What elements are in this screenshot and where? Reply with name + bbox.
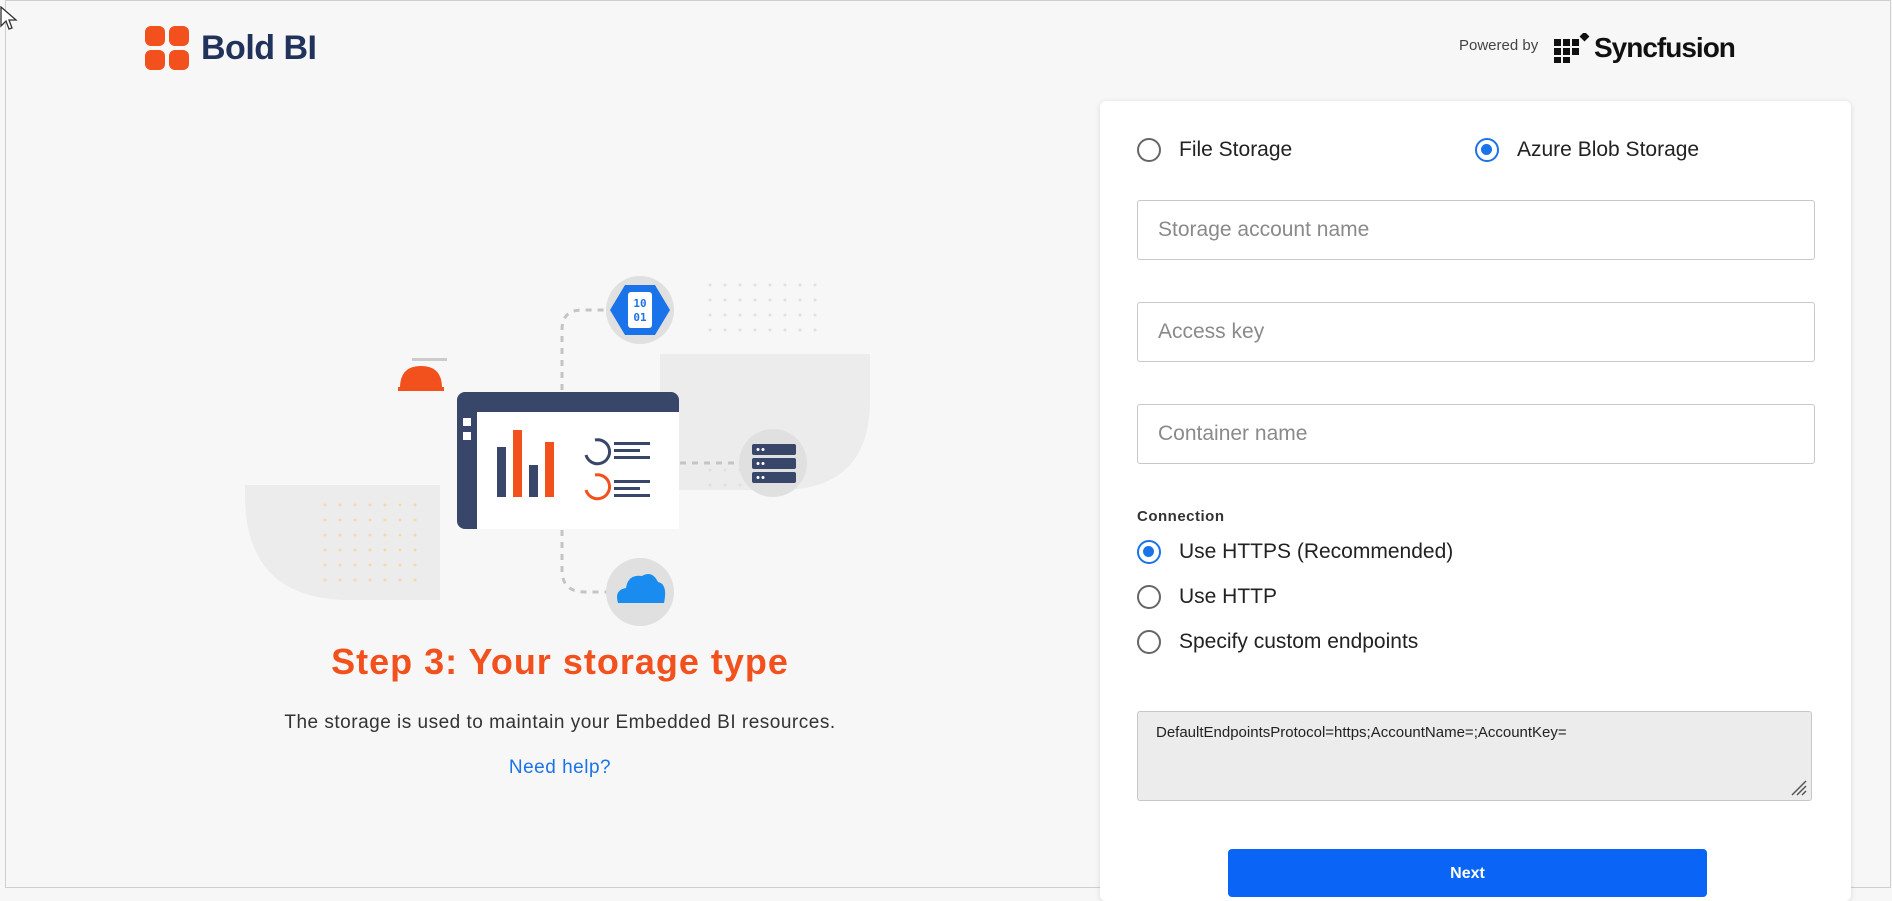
access-key-field[interactable] — [1137, 302, 1815, 362]
connection-string-textarea[interactable]: DefaultEndpointsProtocol=https;AccountNa… — [1137, 711, 1812, 801]
radio-button[interactable] — [1137, 585, 1161, 609]
need-help-link[interactable]: Need help? — [240, 757, 880, 779]
storage-form-card: File Storage Azure Blob Storage Connecti… — [1100, 101, 1851, 901]
resize-grip-icon[interactable] — [1788, 777, 1808, 797]
storage-account-name-field[interactable] — [1137, 200, 1815, 260]
access-key-input[interactable] — [1138, 303, 1814, 361]
radio-use-http[interactable]: Use HTTP — [1137, 585, 1277, 609]
step-title: Step 3: Your storage type — [331, 641, 789, 682]
radio-button[interactable] — [1137, 540, 1161, 564]
radio-button[interactable] — [1475, 138, 1499, 162]
radio-label: File Storage — [1179, 138, 1293, 161]
radio-label: Azure Blob Storage — [1517, 138, 1700, 161]
storage-account-name-input[interactable] — [1138, 201, 1814, 259]
radio-azure-blob-storage[interactable]: Azure Blob Storage — [1475, 138, 1699, 162]
radio-file-storage[interactable]: File Storage — [1137, 138, 1292, 162]
mouse-pointer-icon — [0, 6, 18, 30]
container-name-input[interactable] — [1138, 405, 1814, 463]
orange-cloud-icon — [398, 358, 447, 391]
blue-cloud-icon — [606, 558, 674, 626]
syncfusion-logo-text: Syncfusion — [1594, 32, 1736, 63]
svg-text:10: 10 — [633, 297, 646, 310]
logo-text: Bold BI — [201, 28, 317, 67]
radio-custom-endpoints[interactable]: Specify custom endpoints — [1137, 630, 1418, 654]
radio-button[interactable] — [1137, 138, 1161, 162]
connection-string-text: DefaultEndpointsProtocol=https;AccountNa… — [1156, 724, 1567, 741]
container-name-field[interactable] — [1137, 404, 1815, 464]
connection-label: Connection — [1137, 508, 1225, 525]
next-button[interactable]: Next — [1228, 849, 1707, 897]
powered-by-label: Powered by — [1459, 37, 1539, 54]
dashboard-window-icon — [457, 392, 679, 529]
radio-label: Use HTTP — [1179, 585, 1278, 608]
radio-label: Specify custom endpoints — [1179, 630, 1419, 653]
bold-bi-logo: Bold BI — [145, 26, 317, 70]
bold-bi-logo-icon — [145, 26, 189, 70]
binary-data-icon: 10 01 — [606, 276, 674, 344]
radio-use-https[interactable]: Use HTTPS (Recommended) — [1137, 540, 1453, 564]
server-icon — [739, 429, 807, 497]
radio-button[interactable] — [1137, 630, 1161, 654]
svg-text:01: 01 — [633, 311, 647, 324]
syncfusion-logo: Syncfusion — [1554, 32, 1736, 64]
radio-label: Use HTTPS (Recommended) — [1179, 540, 1454, 563]
step-description: The storage is used to maintain your Emb… — [284, 712, 836, 733]
storage-illustration: 10 01 — [245, 276, 870, 626]
syncfusion-logo-icon — [1554, 33, 1590, 63]
